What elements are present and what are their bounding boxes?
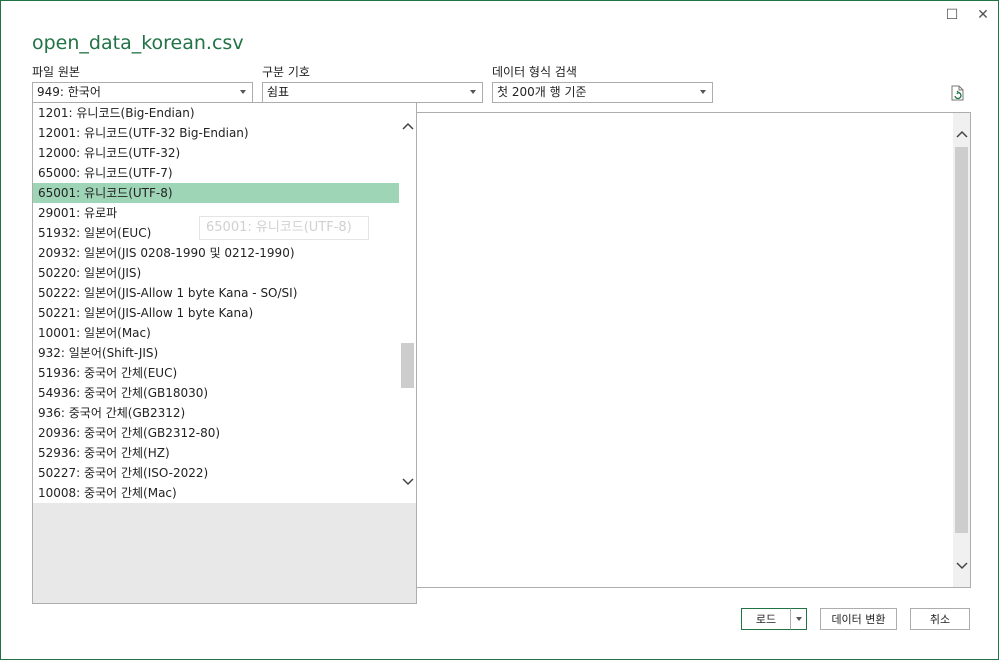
refresh-file-icon[interactable]: [951, 85, 965, 101]
list-item[interactable]: 936: 중국어 간체(GB2312): [33, 403, 399, 423]
chevron-up-icon[interactable]: [953, 125, 970, 142]
preview-scrollbar[interactable]: [953, 113, 970, 587]
list-item[interactable]: 65000: 유니코드(UTF-7): [33, 163, 399, 183]
file-origin-select[interactable]: 949: 한국어: [32, 82, 253, 103]
list-item[interactable]: 12001: 유니코드(UTF-32 Big-Endian): [33, 123, 399, 143]
maximize-button[interactable]: ☐: [940, 4, 964, 26]
cancel-button[interactable]: 취소: [910, 608, 970, 630]
import-dialog: ☐ ✕ open_data_korean.csv 파일 원본 949: 한국어 …: [0, 0, 999, 660]
list-item[interactable]: 65001: 유니코드(UTF-8): [33, 183, 399, 203]
list-item[interactable]: 10001: 일본어(Mac): [33, 323, 399, 343]
chevron-down-icon[interactable]: [399, 473, 416, 490]
data-type-detection-value: 첫 200개 행 기준: [497, 85, 587, 99]
list-item[interactable]: 52936: 중국어 간체(HZ): [33, 443, 399, 463]
chevron-down-icon: [700, 90, 706, 94]
delimiter-select[interactable]: 쉼표: [262, 82, 483, 103]
chevron-up-icon[interactable]: [399, 117, 416, 134]
dialog-title: open_data_korean.csv: [32, 32, 244, 54]
close-button[interactable]: ✕: [971, 4, 995, 26]
encoding-list-scrollbar[interactable]: [399, 103, 416, 503]
list-item[interactable]: 51936: 중국어 간체(EUC): [33, 363, 399, 383]
delimiter-label: 구분 기호: [262, 65, 310, 79]
scrollbar-thumb[interactable]: [401, 343, 414, 388]
file-origin-value: 949: 한국어: [37, 85, 101, 99]
list-item[interactable]: 1201: 유니코드(Big-Endian): [33, 103, 399, 123]
delimiter-value: 쉼표: [267, 85, 290, 99]
transform-data-button[interactable]: 데이터 변환: [820, 608, 897, 630]
list-item[interactable]: 932: 일본어(Shift-JIS): [33, 343, 399, 363]
chevron-down-icon: [240, 90, 246, 94]
list-item[interactable]: 20932: 일본어(JIS 0208-1990 및 0212-1990): [33, 243, 399, 263]
preview-pane: [415, 112, 971, 588]
list-item[interactable]: 54936: 중국어 간체(GB18030): [33, 383, 399, 403]
encoding-tooltip: 65001: 유니코드(UTF-8): [199, 216, 369, 240]
encoding-list[interactable]: 1201: 유니코드(Big-Endian) 12001: 유니코드(UTF-32…: [33, 103, 399, 503]
list-item[interactable]: 50222: 일본어(JIS-Allow 1 byte Kana - SO/SI…: [33, 283, 399, 303]
load-button[interactable]: 로드: [741, 608, 791, 630]
list-item[interactable]: 50221: 일본어(JIS-Allow 1 byte Kana): [33, 303, 399, 323]
data-type-detection-select[interactable]: 첫 200개 행 기준: [492, 82, 713, 103]
scrollbar-thumb[interactable]: [955, 147, 968, 533]
close-icon: ✕: [977, 7, 989, 23]
list-item[interactable]: 10008: 중국어 간체(Mac): [33, 483, 399, 503]
list-item[interactable]: 50227: 중국어 간체(ISO-2022): [33, 463, 399, 483]
chevron-down-icon: [795, 617, 802, 621]
data-type-detection-label: 데이터 형식 검색: [492, 65, 577, 79]
file-origin-label: 파일 원본: [32, 65, 80, 79]
list-item[interactable]: 20936: 중국어 간체(GB2312-80): [33, 423, 399, 443]
maximize-icon: ☐: [945, 7, 959, 23]
list-item[interactable]: 50220: 일본어(JIS): [33, 263, 399, 283]
chevron-down-icon: [470, 90, 476, 94]
chevron-down-icon[interactable]: [953, 557, 970, 574]
load-options-button[interactable]: [790, 608, 807, 630]
encoding-dropdown: 1201: 유니코드(Big-Endian) 12001: 유니코드(UTF-32…: [32, 102, 417, 604]
list-item[interactable]: 12000: 유니코드(UTF-32): [33, 143, 399, 163]
